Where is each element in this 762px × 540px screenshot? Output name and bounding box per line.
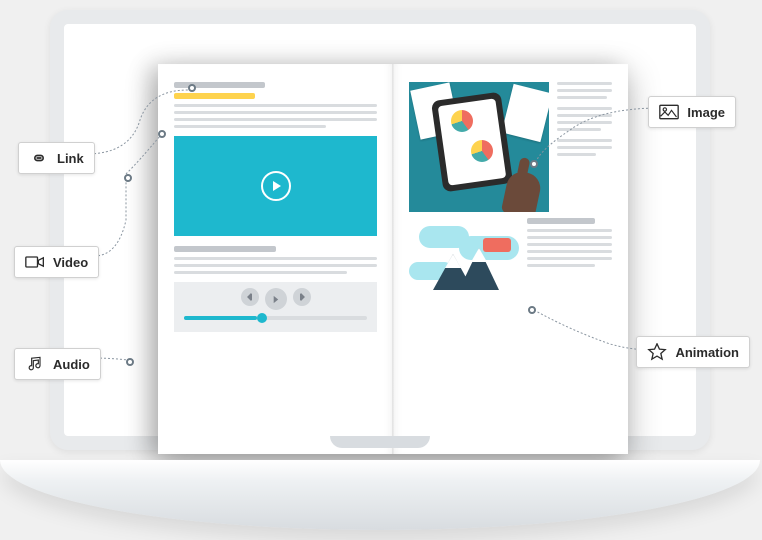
laptop-base xyxy=(0,460,760,530)
page-right xyxy=(393,64,628,454)
laptop-notch xyxy=(330,436,430,448)
text-line xyxy=(174,104,377,107)
callout-label: Audio xyxy=(53,357,90,372)
laptop-frame xyxy=(50,10,710,470)
music-note-icon xyxy=(25,355,45,373)
highlight-link xyxy=(174,93,255,99)
embedded-image xyxy=(409,82,549,212)
audio-player[interactable] xyxy=(174,282,377,332)
next-icon[interactable] xyxy=(293,288,311,306)
play-icon[interactable] xyxy=(265,288,287,310)
anchor-link xyxy=(188,84,196,92)
callout-video: Video xyxy=(14,246,99,278)
text-line xyxy=(527,257,612,260)
anchor-audio xyxy=(126,358,134,366)
text-line xyxy=(557,114,612,117)
text-line xyxy=(557,153,596,156)
text-line xyxy=(557,146,612,149)
text-line xyxy=(527,229,612,232)
anchor-video-target xyxy=(158,130,166,138)
text-line xyxy=(174,118,377,121)
anchor-image xyxy=(530,160,538,168)
text-line xyxy=(557,89,612,92)
text-line xyxy=(557,82,612,85)
video-camera-icon xyxy=(25,253,45,271)
text-line xyxy=(557,96,607,99)
picture-icon xyxy=(659,103,679,121)
link-icon xyxy=(29,149,49,167)
laptop-screen xyxy=(50,10,710,450)
text-line xyxy=(557,139,612,142)
text-line xyxy=(527,243,612,246)
embedded-animation xyxy=(409,218,519,296)
text-line xyxy=(527,264,595,267)
text-line xyxy=(174,257,377,260)
text-line xyxy=(174,264,377,267)
text-line xyxy=(174,271,347,274)
callout-image: Image xyxy=(648,96,736,128)
video-player[interactable] xyxy=(174,136,377,236)
anchor-video-callout xyxy=(124,174,132,182)
heading-placeholder xyxy=(527,218,595,224)
play-button-icon[interactable] xyxy=(261,171,291,201)
flipbook xyxy=(158,64,628,454)
callout-animation: Animation xyxy=(636,336,750,368)
audio-progress[interactable] xyxy=(184,316,367,320)
text-line xyxy=(527,250,612,253)
star-icon xyxy=(647,343,667,361)
text-line xyxy=(557,128,601,131)
anchor-animation xyxy=(528,306,536,314)
text-line xyxy=(174,111,377,114)
prev-icon[interactable] xyxy=(241,288,259,306)
callout-label: Animation xyxy=(675,345,739,360)
text-line xyxy=(174,125,326,128)
callout-label: Video xyxy=(53,255,88,270)
text-line xyxy=(557,121,612,124)
text-line xyxy=(557,107,612,110)
text-line xyxy=(527,236,612,239)
callout-audio: Audio xyxy=(14,348,101,380)
page-left xyxy=(158,64,393,454)
callout-label: Link xyxy=(57,151,84,166)
callout-link: Link xyxy=(18,142,95,174)
callout-label: Image xyxy=(687,105,725,120)
heading-placeholder xyxy=(174,246,276,252)
